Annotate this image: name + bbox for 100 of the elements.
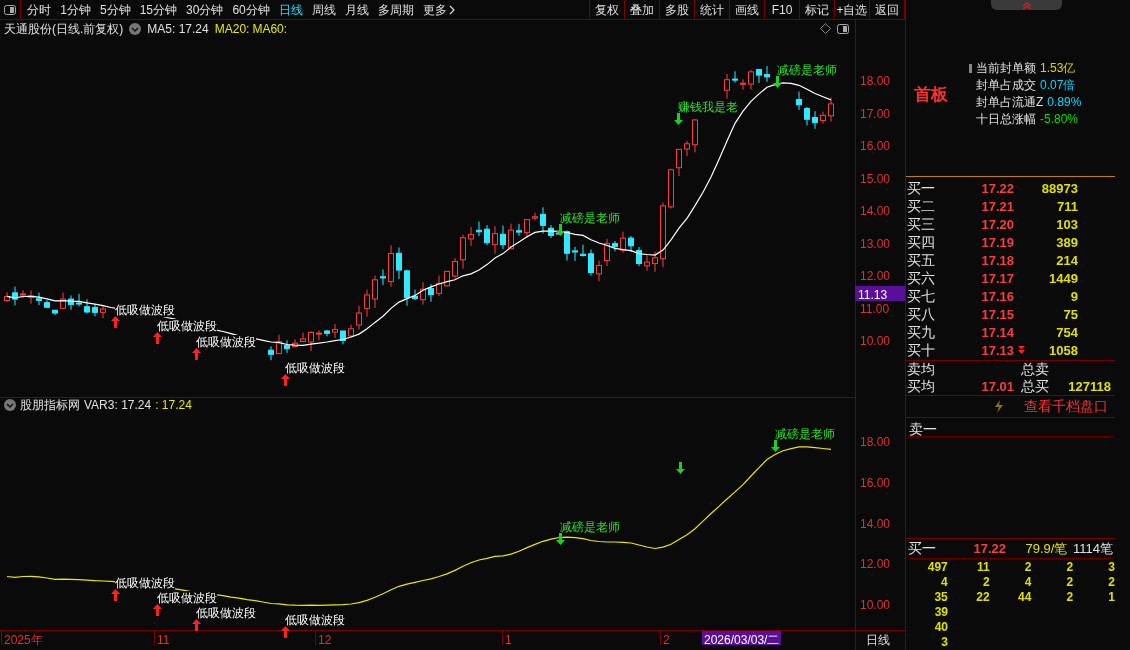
candlestick <box>404 269 410 307</box>
candlestick <box>756 68 762 84</box>
bid-volume: 389 <box>1055 233 1078 252</box>
period-tab[interactable]: 60分钟 <box>232 0 270 19</box>
toolbar-button[interactable]: F10 <box>765 0 800 20</box>
candlestick <box>572 246 578 262</box>
candlestick <box>36 292 42 306</box>
axis-label: 12.00 <box>860 556 891 570</box>
candlestick <box>84 298 90 314</box>
signal-label: 低吸做波段 <box>157 591 217 605</box>
bid-volume: 1449 <box>1048 269 1078 288</box>
toolbar-button[interactable]: 画线 <box>730 0 765 20</box>
candlestick <box>508 223 514 250</box>
stat-value: 1.53亿 <box>1040 60 1076 77</box>
candlestick <box>292 338 298 348</box>
candlestick <box>460 234 466 270</box>
queue-cell-text: 2 <box>1107 575 1115 590</box>
total-label: 总卖 <box>1021 360 1049 379</box>
panel-toggle-icon <box>4 4 17 15</box>
candlestick <box>764 65 770 83</box>
bid-volume: 9 <box>1069 287 1078 306</box>
arrow-down-icon <box>674 113 683 125</box>
period-tab[interactable]: 1分钟 <box>60 0 91 19</box>
candlestick <box>60 291 66 310</box>
toolbar-button[interactable]: 叠加 <box>625 0 660 20</box>
chevron-up-icon <box>1021 1 1032 9</box>
arrow-up-icon <box>192 619 201 631</box>
candlestick <box>476 221 482 237</box>
var3-reading: VAR3: 17.24 <box>84 397 152 414</box>
signal-label: 赚钱我是老 <box>678 100 738 114</box>
toolbar-button[interactable]: 多股 <box>660 0 695 20</box>
bid-price: 17.21 <box>980 197 1014 216</box>
axis-label: 14.00 <box>860 203 891 216</box>
candlestick <box>428 283 434 303</box>
candlestick <box>596 260 602 282</box>
ma5-reading: MA5: 17.24 <box>147 21 209 38</box>
period-tab[interactable]: 5分钟 <box>99 0 131 19</box>
period-tab[interactable]: 周线 <box>311 0 336 19</box>
signal-label: 减磅是老师 <box>560 211 620 225</box>
signal-label: 低吸做波段 <box>115 303 175 317</box>
toolbar-button[interactable]: 统计 <box>695 0 730 20</box>
bid-volume: 754 <box>1055 323 1078 342</box>
bid-price: 17.20 <box>980 215 1014 234</box>
avg-label: 买均 <box>906 377 936 397</box>
stat-label: 封单占流通Z <box>976 94 1044 111</box>
candlestick <box>524 219 530 239</box>
axis-label: 12.00 <box>860 268 891 281</box>
axis-label: 10.00 <box>860 333 891 346</box>
candlestick <box>100 304 106 319</box>
candlestick <box>828 97 834 123</box>
date-label: 2 <box>660 631 670 645</box>
stat-label: 封单占成交 <box>976 77 1036 94</box>
candlestick <box>492 225 498 255</box>
axis-label: 13.00 <box>860 235 891 249</box>
total-value: 127118 <box>1067 378 1111 397</box>
candlestick <box>796 91 802 111</box>
signal-label: 低吸做波段 <box>115 576 175 590</box>
period-tab[interactable]: 月线 <box>344 0 369 19</box>
status-label: 首板 <box>914 84 948 106</box>
period-tab[interactable]: 分时 <box>27 0 52 19</box>
period-tab[interactable]: 更多 <box>422 0 455 19</box>
axis-label: 18.00 <box>860 434 891 447</box>
bid-volume: 88973 <box>1040 179 1078 198</box>
candlestick <box>804 106 810 126</box>
candlestick <box>692 118 698 153</box>
period-tab[interactable]: 日线 <box>278 0 303 19</box>
period-tab[interactable]: 15分钟 <box>139 0 177 19</box>
diamond-icon <box>820 23 831 34</box>
bid-volume: 103 <box>1055 215 1078 234</box>
queue-cell-text: 35 <box>933 590 948 605</box>
bid-price: 17.16 <box>980 287 1014 306</box>
queue-cell-text: 44 <box>1017 590 1032 605</box>
queue-cell-text: 11 <box>975 560 990 575</box>
depth-link[interactable]: 查看千档盘口 <box>1024 396 1108 418</box>
bid-volume: 711 <box>1056 197 1078 216</box>
toolbar-button[interactable]: 复权 <box>590 0 625 20</box>
axis-label: 16.00 <box>860 474 891 488</box>
candlestick <box>380 269 386 286</box>
candlestick <box>364 289 370 318</box>
total-label: 总买 <box>1020 377 1050 397</box>
candlestick <box>12 286 18 306</box>
candlestick <box>284 339 290 354</box>
bid-label: 买六 <box>906 268 936 288</box>
collapse-tab[interactable] <box>991 0 1062 10</box>
period-tab[interactable]: 多周期 <box>377 0 414 19</box>
queue-cell-text: 2 <box>981 575 990 590</box>
period-tab[interactable]: 30分钟 <box>186 0 224 19</box>
ma60-label: MA60: <box>252 21 288 38</box>
bid-label: 买一 <box>906 178 936 198</box>
panel-toggle-icon <box>837 23 849 34</box>
candlestick <box>604 238 610 267</box>
toolbar-button[interactable]: 标记 <box>800 0 835 20</box>
axis-label: 10.00 <box>860 597 891 611</box>
candlestick <box>484 224 490 246</box>
toolbar-button[interactable]: +自选 <box>835 0 870 20</box>
axis-label: 18.00 <box>860 73 891 86</box>
arrow-up-icon <box>281 626 290 638</box>
queue-cell-text: 4 <box>940 575 948 590</box>
date-label: 2025年 <box>1 631 43 645</box>
date-cursor-label: 2026/03/03/二 <box>702 631 782 645</box>
